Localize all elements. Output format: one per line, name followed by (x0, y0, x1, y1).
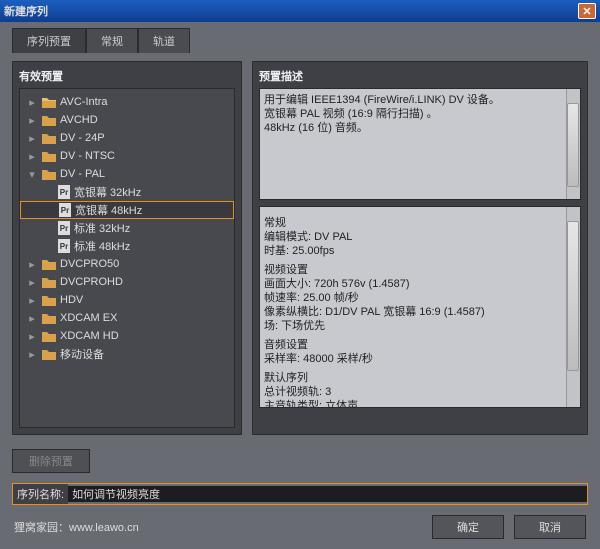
preset-icon: Pr (58, 221, 70, 235)
chevron-right-icon: ▸ (26, 150, 38, 163)
folder-icon (42, 348, 56, 360)
folder-dvntsc[interactable]: ▸DV - NTSC (20, 147, 234, 165)
ok-button[interactable]: 确定 (432, 515, 504, 539)
preset-icon: Pr (58, 185, 70, 199)
folder-dvpal[interactable]: ▾DV - PAL (20, 165, 234, 183)
presets-panel: 有效预置 ▸AVC-Intra ▸AVCHD ▸DV - 24P ▸DV - N… (12, 61, 242, 435)
scrollbar[interactable] (566, 89, 580, 199)
folder-icon (42, 276, 56, 288)
close-icon[interactable]: ✕ (578, 3, 596, 19)
folder-dv24p[interactable]: ▸DV - 24P (20, 129, 234, 147)
description-title: 预置描述 (259, 68, 581, 84)
tab-tracks[interactable]: 轨道 (138, 28, 190, 53)
presets-title: 有效预置 (19, 68, 235, 84)
preset-wide32[interactable]: Pr宽银幕 32kHz (20, 183, 234, 201)
folder-avcintra[interactable]: ▸AVC-Intra (20, 93, 234, 111)
folder-icon (42, 294, 56, 306)
folder-xdcamhd[interactable]: ▸XDCAM HD (20, 327, 234, 345)
cancel-button[interactable]: 取消 (514, 515, 586, 539)
tab-bar: 序列预置 常规 轨道 (0, 22, 600, 53)
tab-general[interactable]: 常规 (86, 28, 138, 53)
folder-hdv[interactable]: ▸HDV (20, 291, 234, 309)
chevron-right-icon: ▸ (26, 114, 38, 127)
chevron-right-icon: ▸ (26, 132, 38, 145)
tab-presets[interactable]: 序列预置 (12, 28, 86, 53)
credit-text: 狸窝家园：www.leawo.cn (14, 519, 139, 535)
titlebar: 新建序列 ✕ (0, 0, 600, 22)
folder-icon (42, 132, 56, 144)
folder-open-icon (42, 168, 56, 180)
folder-icon (42, 330, 56, 342)
folder-xdcamex[interactable]: ▸XDCAM EX (20, 309, 234, 327)
scrollbar[interactable] (566, 207, 580, 407)
chevron-right-icon: ▸ (26, 96, 38, 109)
window-title: 新建序列 (4, 3, 48, 19)
folder-mobile[interactable]: ▸移动设备 (20, 345, 234, 363)
chevron-right-icon: ▸ (26, 258, 38, 271)
scrollbar-thumb[interactable] (567, 103, 579, 187)
folder-icon (42, 96, 56, 108)
chevron-right-icon: ▸ (26, 348, 38, 361)
sequence-name-label: 序列名称: (13, 484, 68, 504)
sequence-name-row: 序列名称: (12, 483, 588, 505)
folder-icon (42, 312, 56, 324)
preset-icon: Pr (59, 203, 71, 217)
chevron-right-icon: ▸ (26, 294, 38, 307)
folder-icon (42, 258, 56, 270)
preset-std48[interactable]: Pr标准 48kHz (20, 237, 234, 255)
preset-icon: Pr (58, 239, 70, 253)
chevron-right-icon: ▸ (26, 312, 38, 325)
preset-wide48[interactable]: Pr宽银幕 48kHz (20, 201, 234, 219)
description-box: 用于编辑 IEEE1394 (FireWire/i.LINK) DV 设备。 宽… (259, 88, 581, 200)
preset-tree[interactable]: ▸AVC-Intra ▸AVCHD ▸DV - 24P ▸DV - NTSC ▾… (19, 88, 235, 428)
info-box: 常规 编辑模式: DV PAL 时基: 25.00fps 视频设置 画面大小: … (259, 206, 581, 408)
folder-icon (42, 114, 56, 126)
folder-avchd[interactable]: ▸AVCHD (20, 111, 234, 129)
folder-dvcpro50[interactable]: ▸DVCPRO50 (20, 255, 234, 273)
sequence-name-input[interactable] (68, 486, 587, 502)
folder-icon (42, 150, 56, 162)
preset-std32[interactable]: Pr标准 32kHz (20, 219, 234, 237)
folder-dvcprohd[interactable]: ▸DVCPROHD (20, 273, 234, 291)
scrollbar-thumb[interactable] (567, 221, 579, 371)
chevron-right-icon: ▸ (26, 330, 38, 343)
description-panel: 预置描述 用于编辑 IEEE1394 (FireWire/i.LINK) DV … (252, 61, 588, 435)
chevron-right-icon: ▸ (26, 276, 38, 289)
chevron-down-icon: ▾ (26, 168, 38, 181)
delete-preset-button: 删除预置 (12, 449, 90, 473)
